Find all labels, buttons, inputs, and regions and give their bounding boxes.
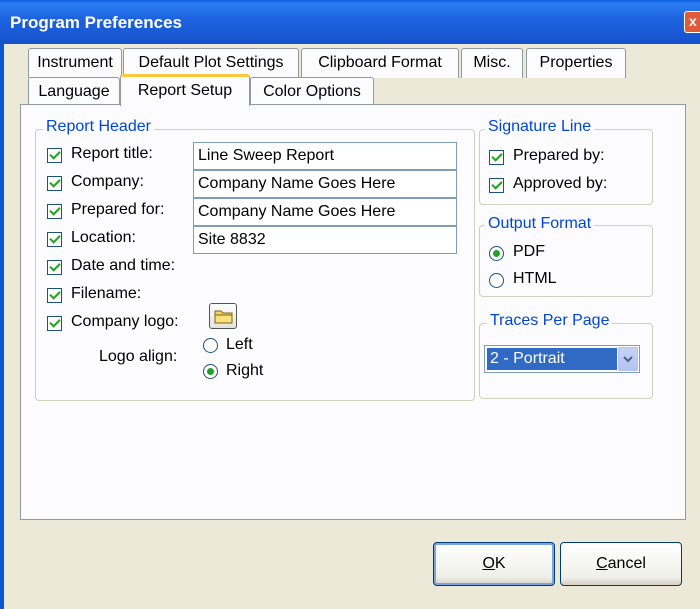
date-time-checkbox[interactable] [47, 260, 62, 275]
location-label: Location: [71, 229, 136, 246]
tab-label: Properties [539, 54, 613, 71]
tab-label: Misc. [473, 54, 511, 71]
logo-align-right-label: Right [226, 362, 264, 379]
ok-button[interactable]: OK [433, 542, 555, 586]
output-pdf-radio[interactable] [489, 246, 504, 261]
tab-misc[interactable]: Misc. [461, 48, 523, 78]
close-icon: x [689, 13, 697, 29]
report-title-label: Report title: [71, 145, 153, 162]
window-border [0, 44, 4, 609]
title-bar: Program Preferences x [0, 0, 700, 44]
approved-by-label: Approved by: [513, 175, 608, 192]
prepared-by-checkbox[interactable] [489, 150, 504, 165]
tab-label: Language [38, 83, 110, 100]
cancel-mnemonic: C [596, 555, 608, 572]
cancel-label: ancel [607, 555, 646, 572]
output-html-radio[interactable] [489, 273, 504, 288]
window-title: Program Preferences [10, 13, 182, 32]
browse-logo-button[interactable] [209, 303, 237, 329]
report-header-title: Report Header [43, 118, 154, 136]
tab-language[interactable]: Language [28, 77, 120, 107]
logo-align-left-label: Left [226, 336, 253, 353]
signature-line-title: Signature Line [485, 118, 595, 136]
logo-align-right-radio[interactable] [203, 364, 218, 379]
company-logo-checkbox[interactable] [47, 316, 62, 331]
traces-per-page-value: 2 - Portrait [487, 348, 617, 370]
location-field[interactable]: Site 8832 [193, 226, 457, 254]
traces-per-page-title: Traces Per Page [487, 312, 613, 330]
ok-label: K [494, 555, 506, 572]
company-logo-label: Company logo: [71, 313, 179, 330]
traces-per-page-select[interactable]: 2 - Portrait [484, 345, 640, 373]
approved-by-checkbox[interactable] [489, 178, 504, 193]
tab-report-setup[interactable]: Report Setup [120, 74, 250, 106]
tab-color-options[interactable]: Color Options [250, 77, 374, 107]
close-button[interactable]: x [684, 11, 700, 33]
tab-clipboard-format[interactable]: Clipboard Format [301, 48, 459, 78]
output-format-title: Output Format [485, 215, 595, 233]
tab-label: Color Options [263, 83, 361, 100]
tab-label: Report Setup [137, 82, 233, 99]
cancel-button[interactable]: Cancel [560, 542, 682, 586]
output-html-label: HTML [513, 270, 557, 287]
prepared-for-label: Prepared for: [71, 201, 165, 218]
filename-checkbox[interactable] [47, 288, 62, 303]
logo-align-left-radio[interactable] [203, 338, 218, 353]
report-title-field[interactable]: Line Sweep Report [193, 142, 457, 170]
tab-label: Clipboard Format [318, 54, 442, 71]
tab-properties[interactable]: Properties [526, 48, 626, 78]
company-label: Company: [71, 173, 144, 190]
signature-line-group [479, 129, 653, 205]
tab-label: Default Plot Settings [138, 54, 284, 71]
location-checkbox[interactable] [47, 232, 62, 247]
report-title-checkbox[interactable] [47, 148, 62, 163]
folder-icon [214, 310, 233, 324]
chevron-down-icon [623, 356, 633, 363]
company-checkbox[interactable] [47, 176, 62, 191]
output-pdf-label: PDF [513, 243, 545, 260]
report-setup-panel: Report Header Report title: Line Sweep R… [20, 104, 686, 520]
prepared-for-checkbox[interactable] [47, 204, 62, 219]
date-time-label: Date and time: [71, 257, 176, 274]
dropdown-arrow-button[interactable] [618, 347, 638, 371]
ok-mnemonic: O [482, 555, 495, 572]
filename-label: Filename: [71, 285, 142, 302]
company-field[interactable]: Company Name Goes Here [193, 170, 457, 198]
prepared-by-label: Prepared by: [513, 147, 605, 164]
tab-label: Instrument [37, 54, 113, 71]
tab-instrument[interactable]: Instrument [28, 48, 122, 78]
output-format-group [479, 225, 653, 297]
logo-align-label: Logo align: [99, 348, 178, 365]
prepared-for-field[interactable]: Company Name Goes Here [193, 198, 457, 226]
